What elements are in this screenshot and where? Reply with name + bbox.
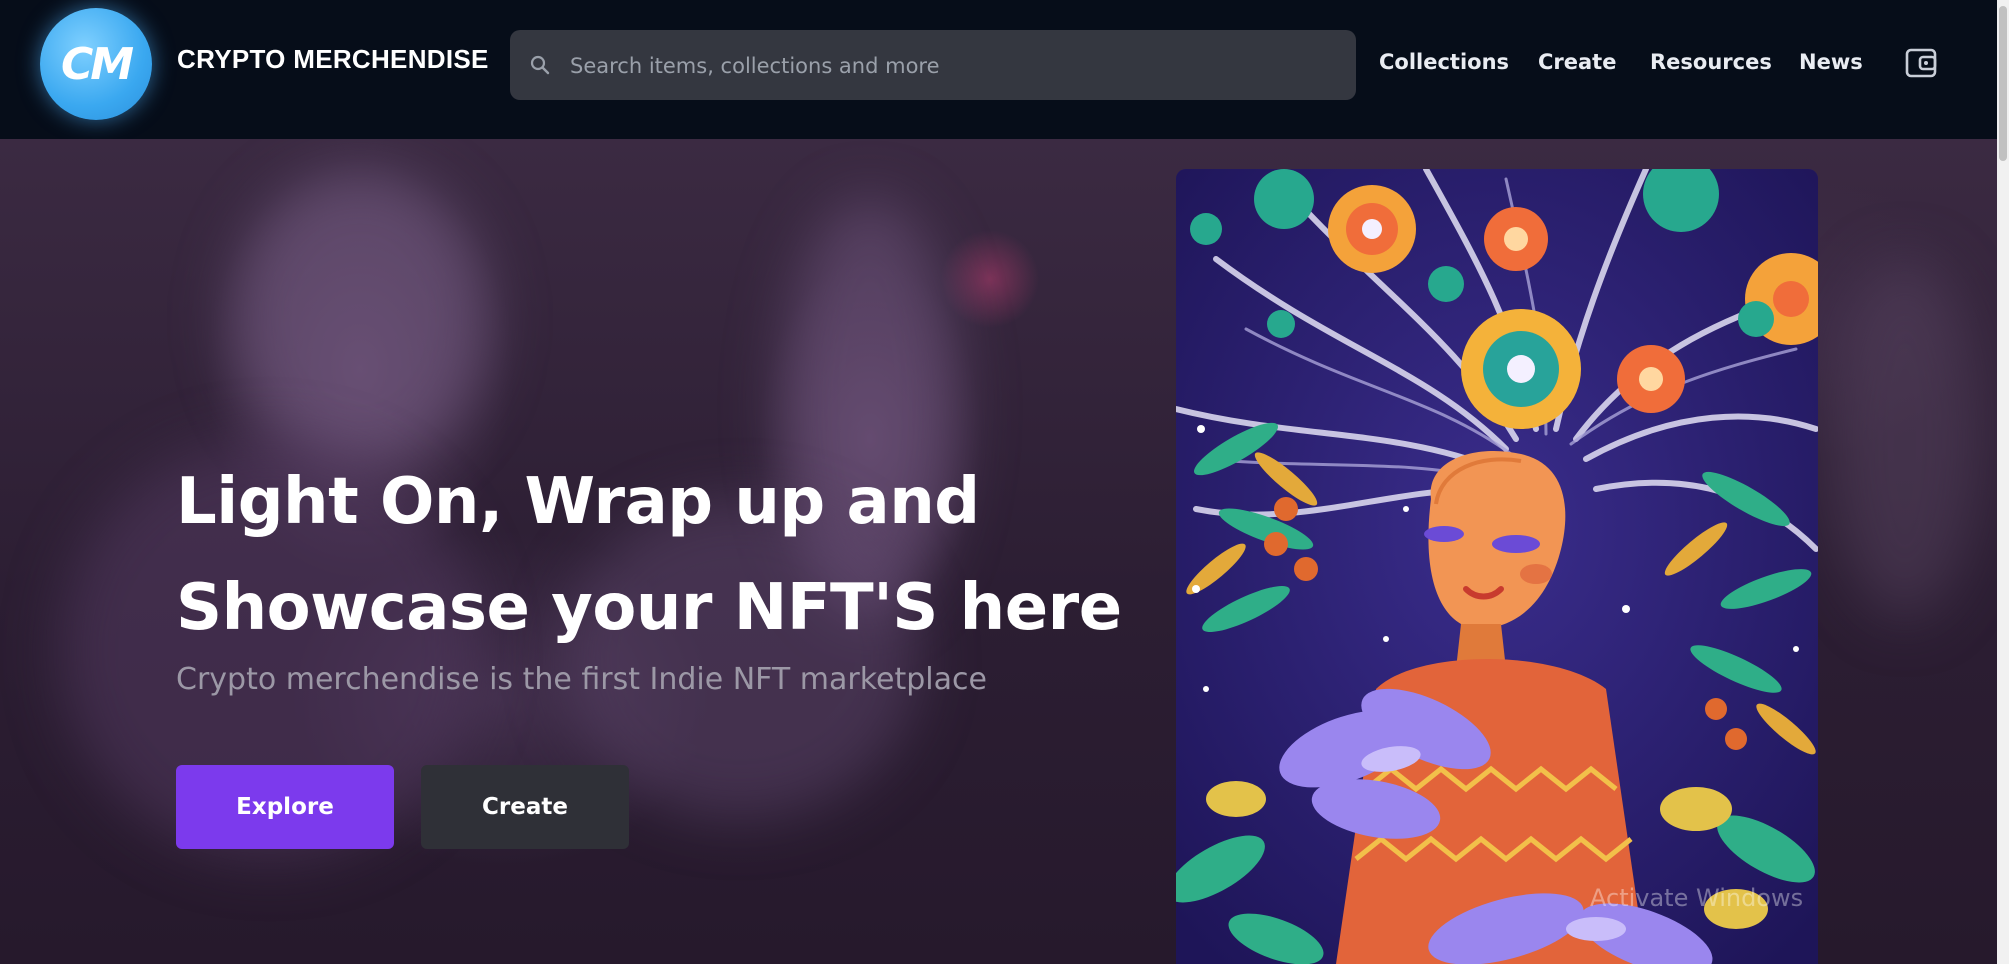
nav-news[interactable]: News: [1799, 50, 1863, 74]
create-button[interactable]: Create: [421, 765, 629, 849]
hero-subtitle: Crypto merchendise is the first Indie NF…: [176, 662, 987, 697]
scrollbar-thumb[interactable]: [1999, 6, 2007, 161]
nav-collections[interactable]: Collections: [1379, 50, 1509, 74]
page-scrollbar[interactable]: [1997, 0, 2009, 964]
featured-nft-artwork[interactable]: [1176, 169, 1818, 964]
logo[interactable]: CM: [40, 8, 152, 120]
explore-button[interactable]: Explore: [176, 765, 394, 849]
windows-watermark: Activate Windows: [1590, 884, 1804, 912]
artwork-illustration: [1176, 169, 1818, 964]
hero-headline: Light On, Wrap up and Showcase your NFT'…: [176, 449, 1122, 661]
logo-text: CM: [60, 38, 134, 90]
search-input[interactable]: [568, 30, 1342, 102]
background-blur: [230, 169, 490, 469]
nav-create[interactable]: Create: [1538, 50, 1616, 74]
nav-resources[interactable]: Resources: [1650, 50, 1772, 74]
background-blur: [1830, 259, 1980, 619]
search-bar[interactable]: [510, 30, 1356, 102]
wallet-icon[interactable]: [1904, 46, 1938, 80]
navbar: CM CRYPTO MERCHENDISE Collections Create…: [0, 0, 1997, 139]
hero-section: Light On, Wrap up and Showcase your NFT'…: [0, 139, 1997, 964]
search-icon: [530, 55, 550, 75]
headline-line-1: Light On, Wrap up and: [176, 465, 980, 539]
artwork-flower: [1328, 185, 1416, 273]
brand-name[interactable]: CRYPTO MERCHENDISE: [177, 44, 489, 75]
headline-line-2: Showcase your NFT'S here: [176, 571, 1122, 645]
